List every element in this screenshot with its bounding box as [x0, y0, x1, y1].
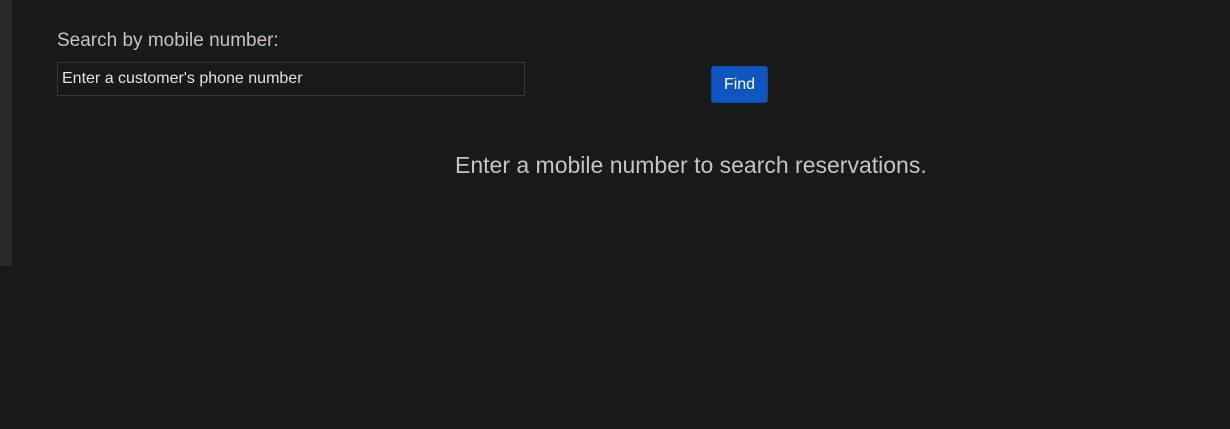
reservation-search-page: Search by mobile number: Find Enter a mo…	[0, 0, 1230, 429]
empty-results-message: Enter a mobile number to search reservat…	[455, 152, 927, 178]
search-label: Search by mobile number:	[57, 30, 279, 51]
left-sidebar-edge	[0, 0, 12, 266]
phone-search-input[interactable]	[57, 62, 525, 96]
find-button[interactable]: Find	[711, 66, 768, 103]
